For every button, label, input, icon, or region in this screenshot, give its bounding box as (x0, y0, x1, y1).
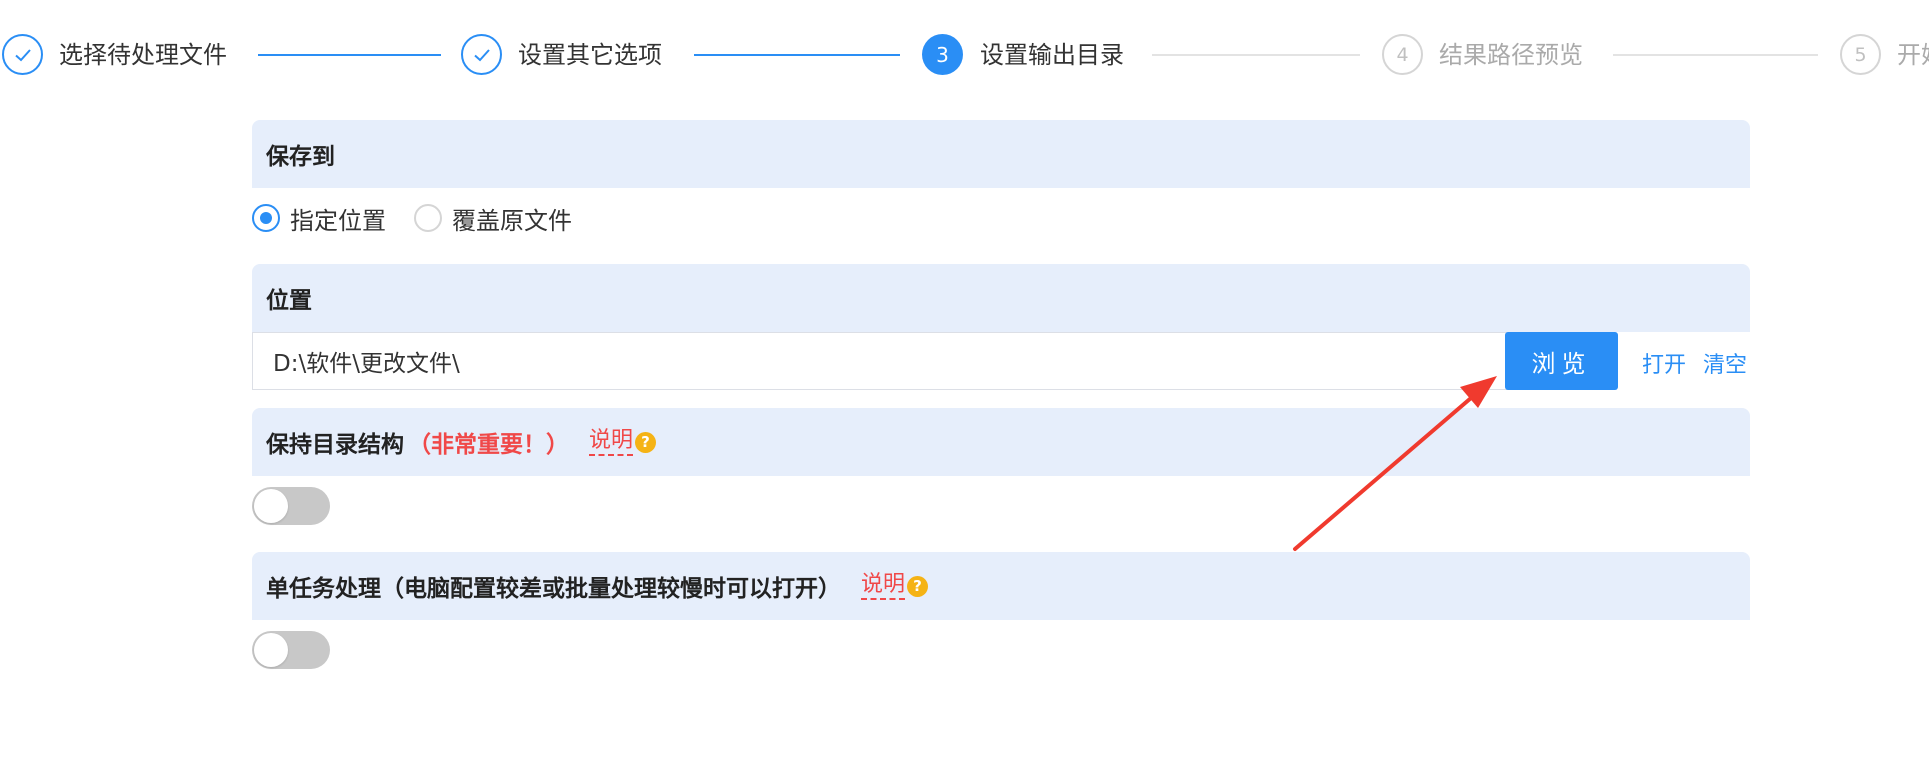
step-3-number: 3 (922, 34, 963, 75)
save-to-section-header: 保存到 (252, 120, 1750, 188)
step-2-check-icon (461, 34, 502, 75)
location-title: 位置 (266, 288, 312, 314)
location-section-header: 位置 (252, 264, 1750, 332)
toggle-knob (254, 489, 288, 523)
check-icon (14, 48, 31, 61)
step-1-check-icon (2, 34, 43, 75)
step-5-number: 5 (1840, 34, 1881, 75)
open-folder-link[interactable]: 打开 (1642, 347, 1686, 379)
single-task-toggle[interactable] (252, 631, 330, 669)
single-task-title: 单任务处理（电脑配置较差或批量处理较慢时可以打开） (266, 576, 841, 602)
help-link-label: 说明 (861, 572, 906, 597)
save-to-title: 保存到 (266, 144, 335, 170)
step-1-label: 选择待处理文件 (59, 41, 227, 69)
keep-structure-title: 保持目录结构 (266, 432, 404, 458)
keep-structure-help-link[interactable]: 说明 (589, 428, 634, 456)
progress-stepper: 选择待处理文件 设置其它选项 3 设置输出目录 4 结果路径预览 5 开始处理 (0, 0, 1929, 108)
step-connector-3 (1152, 54, 1360, 56)
step-connector-4 (1613, 54, 1818, 56)
single-task-help-link[interactable]: 说明 (861, 572, 906, 600)
step-5-label: 开始处理 (1897, 41, 1929, 69)
step-3-label: 设置输出目录 (980, 41, 1124, 69)
radio-unchecked-icon[interactable] (414, 204, 442, 232)
clear-path-link[interactable]: 清空 (1703, 347, 1747, 379)
question-icon[interactable]: ? (635, 431, 657, 453)
single-task-section-header: 单任务处理（电脑配置较差或批量处理较慢时可以打开） 说明 ? (252, 552, 1750, 620)
toggle-knob (254, 633, 288, 667)
keep-structure-section-header: 保持目录结构 （非常重要！） 说明 ? (252, 408, 1750, 476)
step-connector-1 (258, 54, 441, 56)
step-4-number: 4 (1382, 34, 1423, 75)
check-icon (473, 48, 490, 61)
radio-overwrite-original[interactable]: 覆盖原文件 (414, 201, 572, 236)
radio-specified-location-label: 指定位置 (290, 206, 386, 235)
step-connector-2 (694, 54, 900, 56)
help-link-label: 说明 (589, 428, 634, 453)
important-note: （非常重要！） (408, 432, 569, 458)
save-to-radio-group: 指定位置 覆盖原文件 (252, 198, 600, 238)
browse-button[interactable]: 浏览 (1505, 332, 1618, 390)
step-4-label: 结果路径预览 (1439, 41, 1583, 69)
radio-specified-location[interactable]: 指定位置 (252, 201, 386, 236)
question-icon[interactable]: ? (907, 575, 929, 597)
output-path-input[interactable] (252, 332, 1508, 390)
step-2-label: 设置其它选项 (518, 41, 662, 69)
keep-structure-toggle[interactable] (252, 487, 330, 525)
radio-overwrite-original-label: 覆盖原文件 (452, 206, 572, 235)
radio-checked-icon[interactable] (252, 204, 280, 232)
